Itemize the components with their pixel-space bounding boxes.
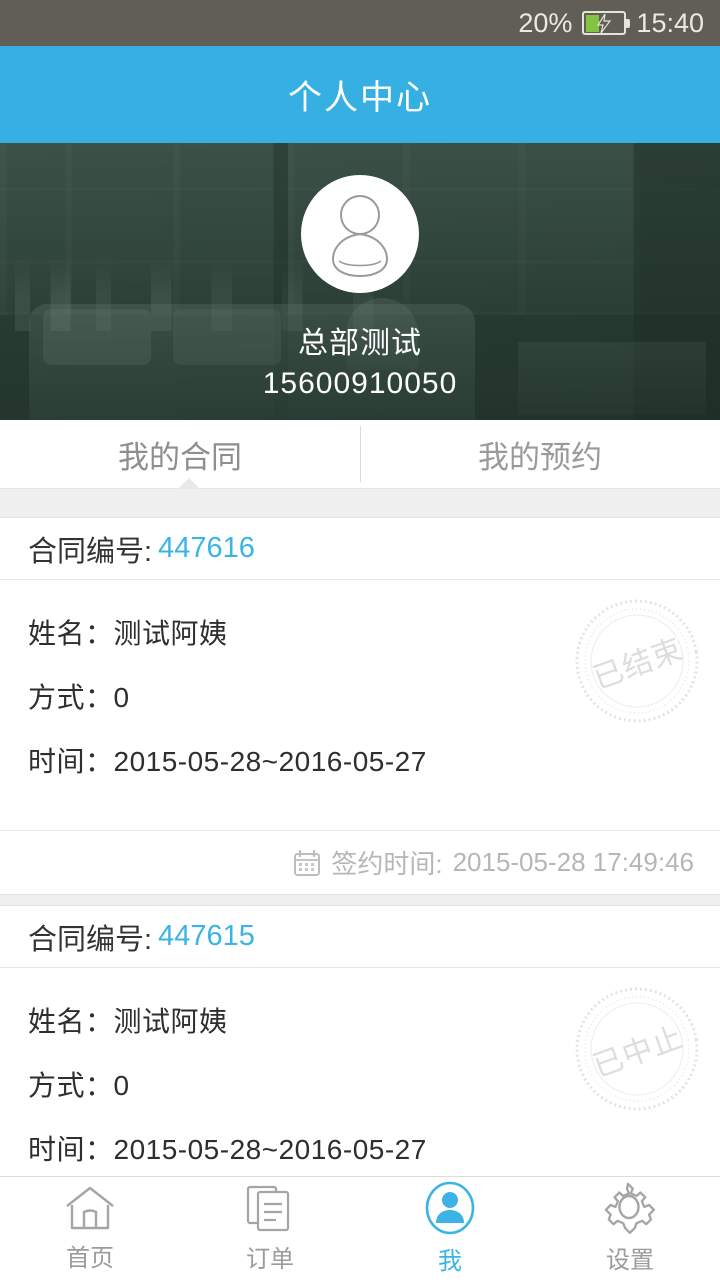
contract-details: 姓名：测试阿姨 方式：0 时间：2015-05-28~2016-05-27 已结… (0, 580, 720, 830)
profile-name: 总部测试 (298, 327, 422, 360)
contract-number-value: 447615 (158, 920, 255, 952)
clock-label: 15:40 (636, 7, 704, 38)
contract-number-value: 447616 (158, 532, 255, 564)
contract-card[interactable]: 合同编号: 447616 姓名：测试阿姨 方式：0 时间：2015-05-28~… (0, 518, 720, 894)
nav-item-profile-label: 我 (438, 1248, 462, 1275)
contract-time-row: 时间：2015-05-28~2016-05-27 (28, 746, 427, 777)
contract-number-row: 合同编号: 447616 (0, 518, 720, 580)
sign-time-label: 签约时间: (331, 849, 443, 879)
app-screen: 20% 15:40 个人中心 总部测试 15600910050 我的合同 我的预… (0, 0, 720, 1280)
contract-status-stamp: 已中止 (563, 975, 712, 1124)
nav-item-settings[interactable]: 设置 (540, 1177, 720, 1280)
person-outline-icon (331, 195, 389, 277)
page-title: 个人中心 (288, 79, 432, 117)
documents-icon (246, 1185, 290, 1232)
tab-bar: 我的合同 我的预约 (0, 420, 720, 489)
page-header: 个人中心 (0, 46, 720, 143)
active-tab-indicator (178, 478, 200, 489)
contract-card[interactable]: 合同编号: 447615 姓名：测试阿姨 方式：0 时间：2015-05-28~… (0, 906, 720, 1218)
contract-status-stamp: 已结束 (563, 587, 712, 736)
gear-icon (604, 1182, 656, 1234)
charging-bolt-icon (597, 14, 612, 33)
contract-time-row: 时间：2015-05-28~2016-05-27 (28, 1134, 427, 1165)
contract-number-label: 合同编号: (28, 923, 153, 956)
home-icon (66, 1186, 114, 1230)
tab-my-contracts-label: 我的合同 (118, 439, 242, 475)
tab-my-appointments[interactable]: 我的预约 (360, 420, 720, 488)
nav-item-settings-label: 设置 (606, 1247, 654, 1274)
tab-content-spacer (0, 488, 720, 518)
battery-charging-icon (582, 11, 631, 35)
avatar[interactable] (301, 175, 419, 293)
nav-item-orders-label: 订单 (246, 1246, 294, 1273)
contract-number-label: 合同编号: (28, 535, 153, 568)
battery-percent-label: 20% (518, 7, 573, 38)
tab-my-appointments-label: 我的预约 (478, 439, 602, 475)
contract-number-row: 合同编号: 447615 (0, 906, 720, 968)
nav-item-home[interactable]: 首页 (0, 1177, 180, 1280)
contract-sign-time-row: 签约时间: 2015-05-28 17:49:46 (0, 830, 720, 894)
tab-divider (360, 426, 361, 482)
card-separator (0, 894, 720, 906)
bottom-navigation: 首页 订单 我 设置 (0, 1176, 720, 1280)
profile-phone: 15600910050 (262, 367, 458, 400)
nav-item-profile[interactable]: 我 (360, 1177, 540, 1280)
sign-time-value: 2015-05-28 17:49:46 (452, 847, 694, 877)
status-bar: 20% 15:40 (0, 0, 720, 46)
stamp-label: 已结束 (588, 632, 688, 696)
person-circle-icon (425, 1181, 475, 1235)
nav-item-home-label: 首页 (66, 1245, 114, 1272)
calendar-icon (294, 849, 321, 876)
nav-item-orders[interactable]: 订单 (180, 1177, 360, 1280)
stamp-label: 已中止 (588, 1020, 688, 1084)
profile-banner: 总部测试 15600910050 (0, 143, 720, 420)
